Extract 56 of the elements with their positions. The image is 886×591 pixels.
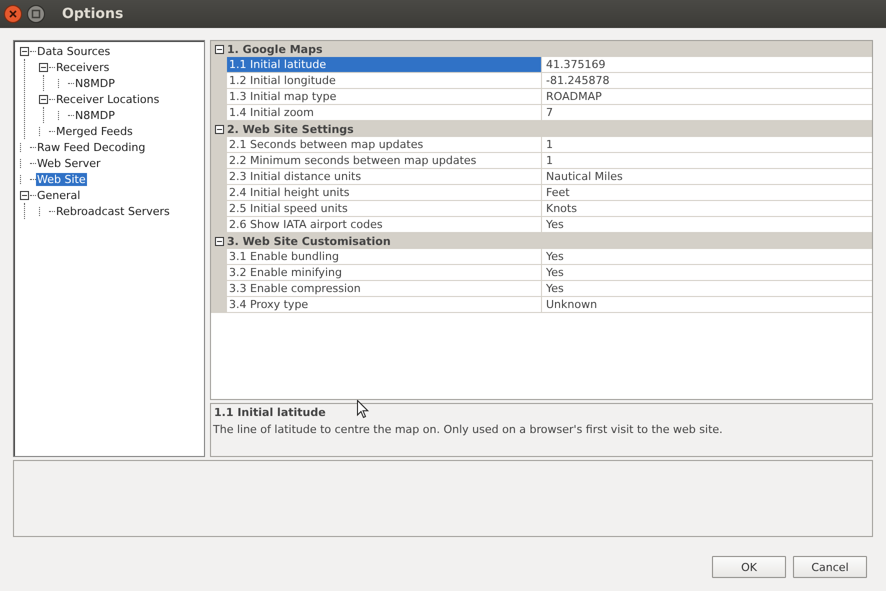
category-header: 3. Web Site Customisation [227,234,391,248]
window-title: Options [62,6,124,22]
property-name[interactable]: 3.1 Enable bundling [227,249,541,265]
property-name[interactable]: 2.6 Show IATA airport codes [227,217,541,233]
property-name[interactable]: 3.2 Enable minifying [227,265,541,281]
collapse-icon[interactable] [39,62,48,72]
collapse-icon[interactable] [20,190,29,200]
property-name[interactable]: 2.3 Initial distance units [227,169,541,185]
property-name[interactable]: 2.2 Minimum seconds between map updates [227,153,541,169]
collapse-icon[interactable] [214,124,224,134]
property-value[interactable]: Yes [541,249,872,265]
category-header: 2. Web Site Settings [227,122,354,136]
property-name[interactable]: 1.3 Initial map type [227,89,541,105]
property-name[interactable]: 1.4 Initial zoom [227,105,541,121]
property-name[interactable]: 1.2 Initial longitude [227,73,541,89]
property-name[interactable]: 2.1 Seconds between map updates [227,137,541,153]
ok-button[interactable]: OK [712,556,786,578]
property-value[interactable]: 1 [541,137,872,153]
tree-item[interactable]: Web Site [36,172,87,186]
collapse-icon[interactable] [214,44,224,54]
collapse-icon[interactable] [39,94,48,104]
close-icon[interactable] [4,5,22,23]
tree-item[interactable]: Rebroadcast Servers [55,204,171,218]
property-value[interactable]: Knots [541,201,872,217]
property-name[interactable]: 3.3 Enable compression [227,281,541,297]
property-value[interactable]: 41.375169 [541,57,872,73]
collapse-icon[interactable] [20,46,29,56]
tree-item[interactable]: Data Sources [36,44,112,58]
property-value[interactable]: 1 [541,153,872,169]
property-value[interactable]: 7 [541,105,872,121]
description-title: 1.1 Initial latitude [214,406,326,419]
tree-item[interactable]: Web Server [36,156,102,170]
category-header: 1. Google Maps [227,42,323,56]
tree-item[interactable]: General [36,188,82,202]
property-name[interactable]: 1.1 Initial latitude [227,57,541,73]
maximize-icon[interactable] [27,5,45,23]
collapse-icon[interactable] [214,236,224,246]
tree-item[interactable]: Receivers [55,60,110,74]
property-name[interactable]: 2.4 Initial height units [227,185,541,201]
property-value[interactable]: Yes [541,281,872,297]
tree-item[interactable]: Receiver Locations [55,92,160,106]
property-value[interactable]: Nautical Miles [541,169,872,185]
property-value[interactable]: Feet [541,185,872,201]
tree-item[interactable]: Merged Feeds [55,124,134,138]
tree-item[interactable]: Raw Feed Decoding [36,140,146,154]
tree-item[interactable]: N8MDP [74,76,116,90]
property-value[interactable]: -81.245878 [541,73,872,89]
property-value[interactable]: Unknown [541,297,872,313]
cancel-button[interactable]: Cancel [793,556,867,578]
description-text: The line of latitude to centre the map on. Only used on a browser's first visit to the web site. [213,423,724,436]
property-value[interactable]: Yes [541,217,872,233]
tree-item[interactable]: N8MDP [74,108,116,122]
property-value[interactable]: ROADMAP [541,89,872,105]
property-name[interactable]: 3.4 Proxy type [227,297,541,313]
property-value[interactable]: Yes [541,265,872,281]
property-name[interactable]: 2.5 Initial speed units [227,201,541,217]
